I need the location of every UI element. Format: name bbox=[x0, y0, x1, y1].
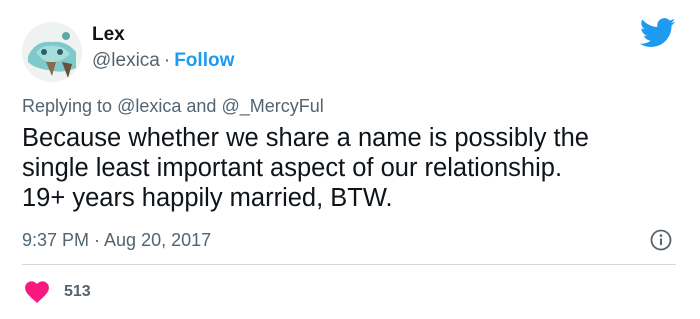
info-icon[interactable] bbox=[650, 229, 672, 251]
tweet-text-line: Because whether we share a name is possi… bbox=[22, 124, 589, 152]
handle-separator: · bbox=[163, 50, 171, 71]
like-count: 513 bbox=[64, 283, 91, 300]
divider bbox=[22, 264, 676, 265]
replying-to-label: Replying to bbox=[22, 96, 113, 116]
tweet-timestamp[interactable]: 9:37 PM · Aug 20, 2017 bbox=[22, 230, 211, 251]
reply-mention-mercyful[interactable]: @_MercyFul bbox=[221, 96, 323, 116]
follow-button[interactable]: Follow bbox=[174, 50, 234, 71]
tweet-text-line: 19+ years happily married, BTW. bbox=[22, 184, 393, 212]
twitter-bird-icon[interactable] bbox=[639, 18, 676, 48]
like-button[interactable]: 513 bbox=[24, 280, 91, 304]
author-handle[interactable]: @lexica bbox=[92, 50, 160, 71]
info-glyph bbox=[650, 229, 672, 251]
tweet-text-line: single least important aspect of our rel… bbox=[22, 154, 563, 182]
avatar[interactable] bbox=[22, 22, 82, 82]
reply-mention-lexica[interactable]: @lexica bbox=[117, 96, 181, 116]
replying-to-line: Replying to @lexica and @_MercyFul bbox=[22, 96, 324, 117]
avatar-image bbox=[22, 22, 82, 82]
twitter-bird-glyph bbox=[639, 18, 676, 47]
reply-conjunction: and bbox=[186, 96, 217, 116]
tweet-text: Because whether we share a name is possi… bbox=[22, 123, 682, 213]
heart-icon bbox=[25, 281, 49, 304]
author-display-name[interactable]: Lex bbox=[92, 24, 125, 46]
author-handle-row: @lexica · Follow bbox=[92, 50, 234, 72]
tweet-card: Lex @lexica · Follow Replying to @lexica a… bbox=[0, 0, 700, 319]
